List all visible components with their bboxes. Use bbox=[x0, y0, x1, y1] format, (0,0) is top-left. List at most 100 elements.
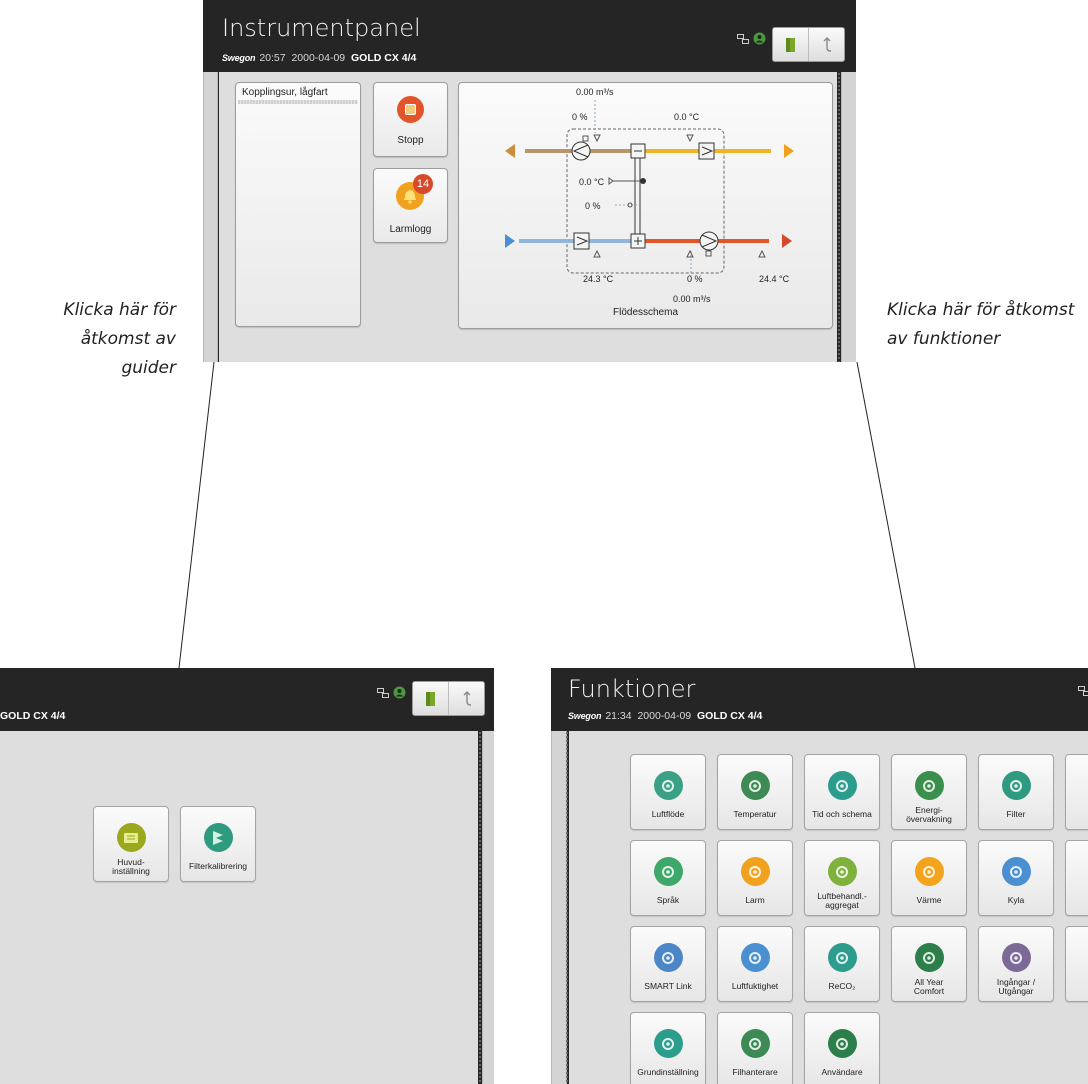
network-icon bbox=[737, 33, 749, 44]
filter-calibration-icon bbox=[203, 823, 233, 852]
function-tile-user[interactable]: Användare bbox=[804, 1012, 880, 1084]
function-tile-filter[interactable]: Filter bbox=[978, 754, 1054, 830]
tile-label: ReCO₂ bbox=[828, 981, 856, 992]
alarm-log-label: Larmlogg bbox=[389, 224, 432, 235]
function-tile-humidity[interactable]: Luftfuktighet bbox=[717, 926, 793, 1002]
humidity-icon bbox=[740, 943, 770, 972]
tile-label: Kyla bbox=[1007, 895, 1025, 906]
network-icon bbox=[1078, 686, 1088, 696]
function-tile-snowflake[interactable]: Kyla bbox=[978, 840, 1054, 916]
stop-icon bbox=[397, 96, 424, 123]
stop-label: Stopp bbox=[397, 135, 424, 146]
left-guide-strip[interactable] bbox=[203, 72, 218, 362]
header-time: 20:57 bbox=[259, 52, 286, 64]
tile-label: Värme bbox=[916, 895, 942, 906]
annotation-functions-line1: Klicka här för åtkomst bbox=[887, 300, 1075, 320]
energy-icon bbox=[914, 771, 944, 800]
extract-temp-value: 0.0 °C bbox=[674, 112, 700, 122]
main-settings-icon bbox=[116, 823, 146, 852]
guide-card[interactable]: Kopplingsur, lågfart bbox=[235, 82, 361, 327]
header-date: 2000-04-09 bbox=[291, 52, 346, 64]
back-arrow-icon bbox=[823, 36, 831, 52]
tile-main-settings[interactable]: Huvud- inställning bbox=[93, 806, 169, 882]
function-tile-bell[interactable]: Larm bbox=[717, 840, 793, 916]
door-icon bbox=[785, 37, 795, 52]
function-tile-airflow[interactable]: Luftflöde bbox=[630, 754, 706, 830]
thermometer-icon bbox=[740, 771, 770, 800]
annotation-guides-line2: åtkomst av guider bbox=[80, 329, 176, 378]
guides-right-strip[interactable] bbox=[482, 731, 494, 1084]
stop-button[interactable]: Stopp bbox=[373, 82, 448, 157]
logout-button[interactable] bbox=[413, 682, 449, 715]
flow-diagram bbox=[505, 100, 794, 283]
logout-button[interactable] bbox=[773, 28, 809, 61]
function-tile-energy[interactable]: Energi- övervakning bbox=[891, 754, 967, 830]
brand-logo: Swegon bbox=[222, 53, 256, 63]
function-tile-factory-settings[interactable]: Grundinställning bbox=[630, 1012, 706, 1084]
extract-airflow-value: 0.00 m³/s bbox=[576, 87, 614, 97]
function-tile-io[interactable]: Ingångar / Utgångar bbox=[978, 926, 1054, 1002]
tile-label: Temperatur bbox=[733, 809, 777, 820]
tile-label: Tid och schema bbox=[812, 809, 872, 820]
functions-title: Funktioner bbox=[568, 675, 696, 703]
factory-settings-icon bbox=[653, 1029, 683, 1058]
supply-temp-value: 24.4 °C bbox=[759, 274, 790, 284]
brand-logo: Swegon bbox=[568, 711, 602, 721]
alarm-log-button[interactable]: 14 Larmlogg bbox=[373, 168, 448, 243]
tile-label: Filter bbox=[1006, 809, 1026, 820]
function-tile-heat-recovery[interactable]: Värme bbox=[1065, 840, 1088, 916]
function-tile-globe[interactable]: Språk bbox=[630, 840, 706, 916]
tile-label: Energi- övervakning bbox=[906, 804, 952, 824]
file-manager-icon bbox=[740, 1029, 770, 1058]
user-status-icon bbox=[753, 32, 766, 45]
guide-card-title: Kopplingsur, lågfart bbox=[242, 87, 328, 98]
snowflake-icon bbox=[1001, 857, 1031, 886]
annotation-guides: Klicka här för åtkomst av guider bbox=[36, 296, 176, 383]
alarm-count-badge: 14 bbox=[413, 174, 433, 194]
all-year-comfort-icon bbox=[914, 943, 944, 972]
supply-fan-percent: 0 % bbox=[687, 274, 703, 284]
function-tile-link[interactable]: SMART Link bbox=[630, 926, 706, 1002]
function-tile-all-year-comfort[interactable]: All Year Comfort bbox=[891, 926, 967, 1002]
function-tile-thermometer[interactable]: Temperatur bbox=[717, 754, 793, 830]
back-button[interactable] bbox=[809, 28, 844, 61]
tile-label: Språk bbox=[656, 895, 680, 906]
back-button[interactable] bbox=[449, 682, 484, 715]
tile-label: Luftflöde bbox=[651, 809, 685, 820]
function-tile-file-manager[interactable]: Filhanterare bbox=[717, 1012, 793, 1084]
tile-label: Luftbehandl.- aggregat bbox=[817, 890, 867, 910]
clock-icon bbox=[827, 771, 857, 800]
globe-icon bbox=[653, 857, 683, 886]
dashboard-screen: Instrumentpanel Swegon 20:57 2000-04-09 G… bbox=[203, 0, 856, 362]
functions-status-icons bbox=[1078, 686, 1088, 696]
annotation-functions: Klicka här för åtkomst av funktioner bbox=[887, 296, 1087, 354]
guides-screen: GOLD CX 4/4 Huvud- inställning Filterkal… bbox=[0, 668, 494, 1084]
function-tile-communication[interactable]: Komm bbox=[1065, 926, 1088, 1002]
guides-status-icons bbox=[377, 686, 406, 699]
function-tile-air-handling-unit[interactable]: Luftbehandl.- aggregat bbox=[804, 840, 880, 916]
functions-header-subline: Swegon 21:34 2000-04-09 GOLD CX 4/4 bbox=[568, 710, 762, 722]
outdoor-temp-value: 24.3 °C bbox=[583, 274, 614, 284]
function-tile-program[interactable]: Progr bbox=[1065, 754, 1088, 830]
guides-header-subline: GOLD CX 4/4 bbox=[0, 710, 65, 722]
function-tile-heat[interactable]: Värme bbox=[891, 840, 967, 916]
reco2-icon bbox=[827, 943, 857, 972]
tile-label: SMART Link bbox=[644, 981, 692, 992]
function-tile-reco2[interactable]: ReCO₂ bbox=[804, 926, 880, 1002]
tile-filter-calibration[interactable]: Filterkalibrering bbox=[180, 806, 256, 882]
extract-fan-percent: 0 % bbox=[572, 112, 588, 122]
tile-label: Progr bbox=[1066, 801, 1088, 829]
right-strip-dots bbox=[837, 72, 841, 362]
io-icon bbox=[1001, 943, 1031, 972]
tile-label: Larm bbox=[745, 895, 765, 906]
tile-label: Luftfuktighet bbox=[731, 981, 779, 992]
link-icon bbox=[653, 943, 683, 972]
back-arrow-icon bbox=[463, 690, 471, 706]
user-status-icon bbox=[393, 686, 406, 699]
tile-label: Ingångar / Utgångar bbox=[996, 976, 1036, 996]
function-tile-clock[interactable]: Tid och schema bbox=[804, 754, 880, 830]
unit-name: GOLD CX 4/4 bbox=[351, 52, 417, 64]
right-function-strip[interactable] bbox=[841, 72, 856, 362]
flow-schema-card[interactable]: 0.00 m³/s 0 % 0.0 °C 0.0 °C 0 % 24.3 °C … bbox=[458, 82, 833, 329]
functions-unit-name: GOLD CX 4/4 bbox=[697, 710, 763, 722]
